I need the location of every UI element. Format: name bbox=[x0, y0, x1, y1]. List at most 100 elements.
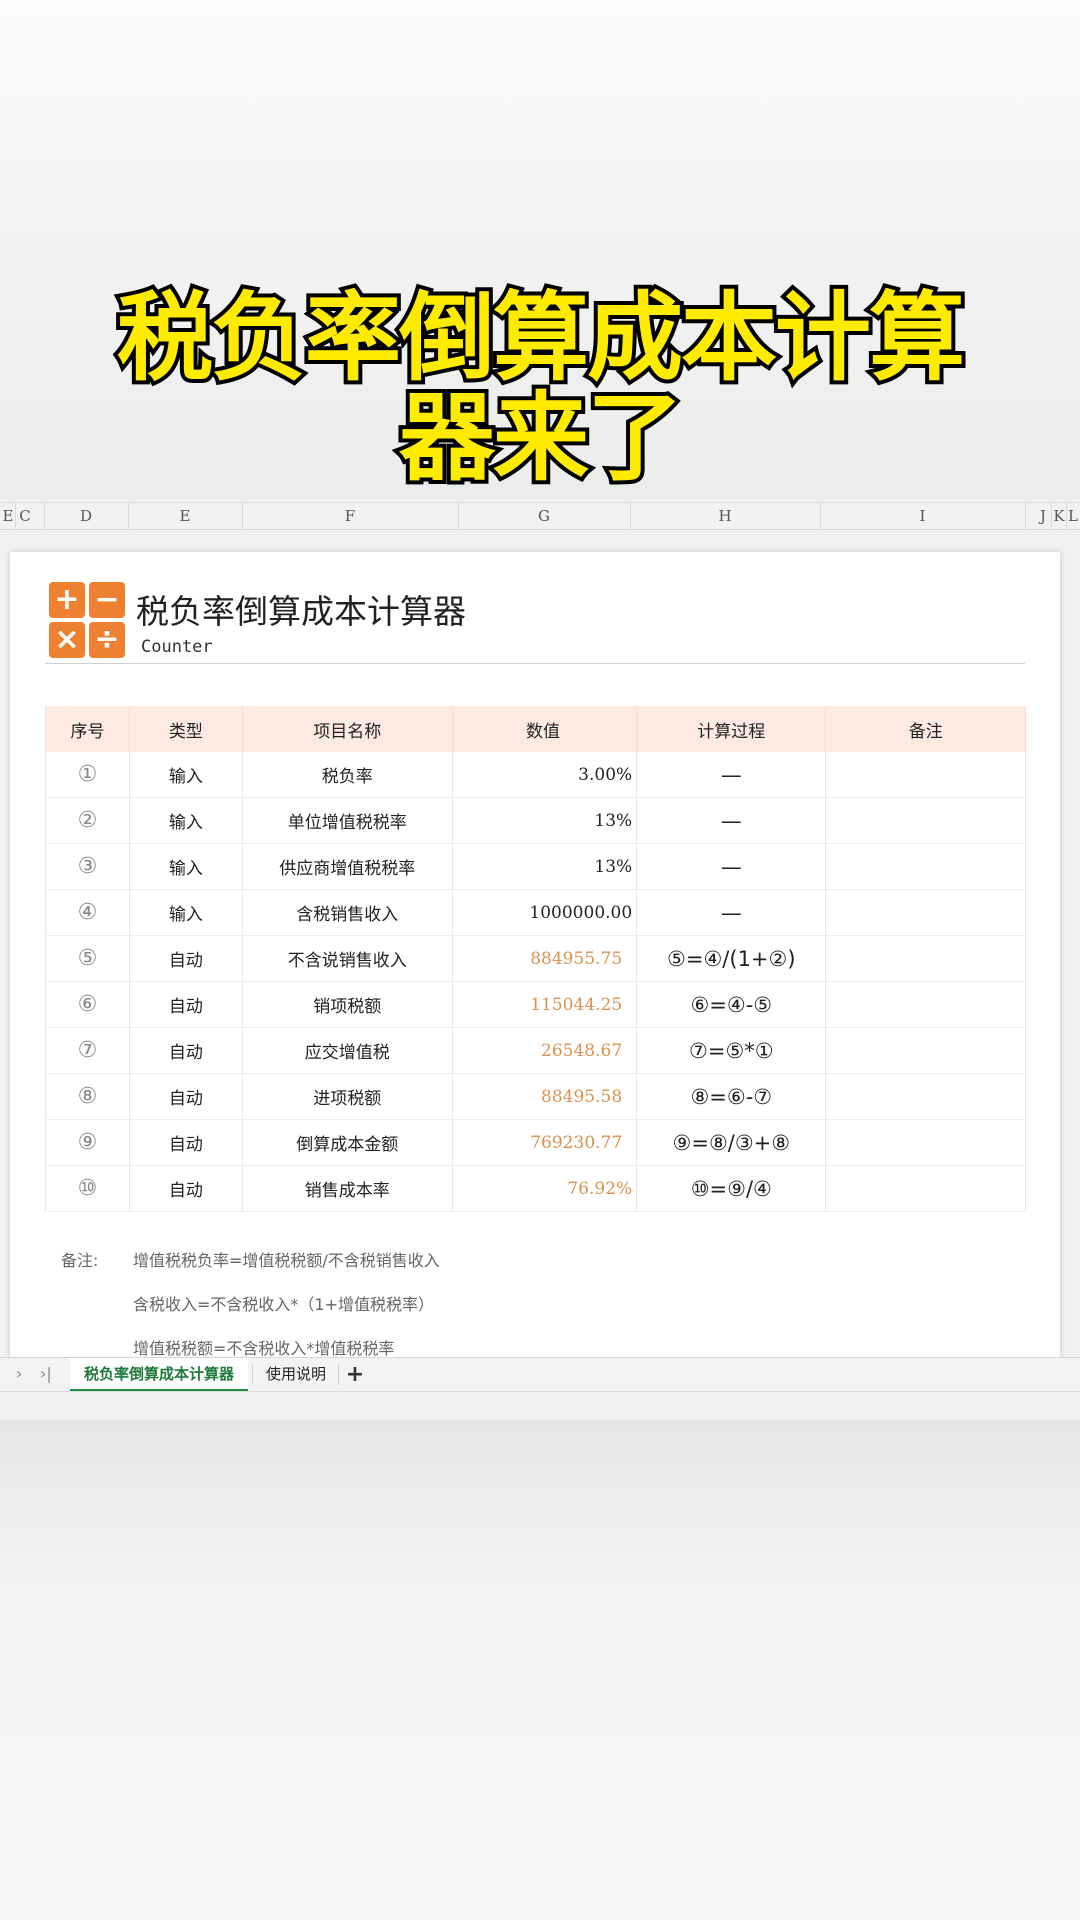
header-cell[interactable]: 类型 bbox=[129, 706, 243, 752]
column-header[interactable]: E bbox=[128, 507, 242, 525]
row-type[interactable]: 输入 bbox=[129, 889, 243, 936]
row-value[interactable]: 76.92% bbox=[452, 1165, 638, 1212]
row-note[interactable] bbox=[825, 843, 1026, 890]
next-sheet-icon[interactable]: › bbox=[16, 1364, 22, 1383]
row-type[interactable]: 输入 bbox=[129, 843, 243, 890]
row-item-name[interactable]: 应交增值税 bbox=[242, 1027, 453, 1074]
column-header[interactable]: J bbox=[1036, 507, 1050, 525]
header-cell[interactable]: 计算过程 bbox=[636, 706, 827, 752]
row-number[interactable]: ⑩ bbox=[44, 1165, 131, 1212]
row-note[interactable] bbox=[825, 1073, 1026, 1120]
table-row: ① 输入 税负率 3.00% — bbox=[44, 752, 1026, 798]
row-type[interactable]: 自动 bbox=[129, 935, 243, 982]
row-number[interactable]: ⑧ bbox=[44, 1073, 131, 1120]
row-type[interactable]: 自动 bbox=[129, 981, 243, 1028]
divide-icon: ÷ bbox=[89, 622, 125, 658]
row-value[interactable]: 884955.75 bbox=[452, 935, 638, 982]
plus-icon: + bbox=[49, 582, 85, 618]
row-formula[interactable]: — bbox=[636, 752, 827, 798]
row-value[interactable]: 88495.58 bbox=[452, 1073, 638, 1120]
row-note[interactable] bbox=[825, 889, 1026, 936]
last-sheet-icon[interactable]: ›| bbox=[40, 1364, 52, 1383]
row-number[interactable]: ③ bbox=[44, 843, 131, 890]
row-type[interactable]: 输入 bbox=[129, 797, 243, 844]
row-value[interactable]: 3.00% bbox=[452, 752, 638, 798]
column-header[interactable]: D bbox=[44, 507, 128, 525]
row-value[interactable]: 13% bbox=[452, 797, 638, 844]
row-formula[interactable]: ⑩=⑨/④ bbox=[636, 1165, 827, 1212]
row-note[interactable] bbox=[825, 1119, 1026, 1166]
row-formula[interactable]: — bbox=[636, 843, 827, 890]
calculator-table: 序号 类型 项目名称 数值 计算过程 备注 ① 输入 税负率 3.00% — ② 输入 单位增… bbox=[44, 706, 1026, 1212]
row-type[interactable]: 自动 bbox=[129, 1027, 243, 1074]
table-row: ⑤ 自动 不含说销售收入 884955.75 ⑤=④/(1+②) bbox=[44, 935, 1026, 982]
row-number[interactable]: ⑨ bbox=[44, 1119, 131, 1166]
row-value[interactable]: 1000000.00 bbox=[452, 889, 638, 936]
column-header[interactable]: K bbox=[1053, 507, 1065, 525]
row-note[interactable] bbox=[825, 797, 1026, 844]
row-value[interactable]: 769230.77 bbox=[452, 1119, 638, 1166]
row-formula[interactable]: ⑦=⑤*① bbox=[636, 1027, 827, 1074]
row-formula[interactable]: ⑥=④-⑤ bbox=[636, 981, 827, 1028]
row-item-name[interactable]: 倒算成本金额 bbox=[242, 1119, 453, 1166]
notes-label: 备注: bbox=[61, 1251, 99, 1270]
row-formula[interactable]: — bbox=[636, 797, 827, 844]
sheet-subtitle: Counter bbox=[141, 637, 213, 657]
header-cell[interactable]: 序号 bbox=[44, 706, 131, 752]
row-item-name[interactable]: 单位增值税税率 bbox=[242, 797, 453, 844]
row-item-name[interactable]: 销售成本率 bbox=[242, 1165, 453, 1212]
column-header[interactable]: G bbox=[458, 507, 630, 525]
row-formula[interactable]: ⑤=④/(1+②) bbox=[636, 935, 827, 982]
row-number[interactable]: ① bbox=[44, 752, 131, 798]
table-row: ⑩ 自动 销售成本率 76.92% ⑩=⑨/④ bbox=[44, 1165, 1026, 1212]
row-type[interactable]: 输入 bbox=[129, 752, 243, 798]
header-cell[interactable]: 备注 bbox=[825, 706, 1026, 752]
row-value[interactable]: 13% bbox=[452, 843, 638, 890]
row-item-name[interactable]: 税负率 bbox=[242, 752, 453, 798]
row-formula[interactable]: — bbox=[636, 889, 827, 936]
table-row: ④ 输入 含税销售收入 1000000.00— bbox=[44, 889, 1026, 936]
column-header-bar: E C D E F G H I J K L bbox=[0, 502, 1080, 530]
row-number[interactable]: ② bbox=[44, 797, 131, 844]
row-note[interactable] bbox=[825, 1027, 1026, 1074]
column-header[interactable]: I bbox=[820, 507, 1025, 525]
add-sheet-icon[interactable]: + bbox=[340, 1358, 370, 1391]
column-header[interactable]: C bbox=[18, 507, 32, 525]
column-header[interactable]: F bbox=[242, 507, 458, 525]
row-type[interactable]: 自动 bbox=[129, 1165, 243, 1212]
table-row: ⑦ 自动 应交增值税 26548.67 ⑦=⑤*① bbox=[44, 1027, 1026, 1074]
column-header[interactable]: H bbox=[630, 507, 820, 525]
row-item-name[interactable]: 销项税额 bbox=[242, 981, 453, 1028]
row-item-name[interactable]: 含税销售收入 bbox=[242, 889, 453, 936]
table-row: ⑥ 自动 销项税额 115044.25 ⑥=④-⑤ bbox=[44, 981, 1026, 1028]
table-row: ③ 输入 供应商增值税税率 13% — bbox=[44, 843, 1026, 890]
row-number[interactable]: ⑦ bbox=[44, 1027, 131, 1074]
note-text[interactable]: 增值税税负率=增值税税额/不含税销售收入 bbox=[133, 1247, 440, 1271]
header-cell[interactable]: 数值 bbox=[452, 706, 638, 752]
row-value[interactable]: 26548.67 bbox=[452, 1027, 638, 1074]
column-header[interactable]: E bbox=[2, 507, 14, 525]
row-note[interactable] bbox=[825, 1165, 1026, 1212]
row-number[interactable]: ④ bbox=[44, 889, 131, 936]
row-item-name[interactable]: 进项税额 bbox=[242, 1073, 453, 1120]
header-cell[interactable]: 项目名称 bbox=[242, 706, 453, 752]
note-text[interactable]: 含税收入=不含税收入*（1+增值税税率） bbox=[133, 1291, 434, 1315]
table-row: ② 输入 单位增值税税率 13% — bbox=[44, 797, 1026, 844]
row-item-name[interactable]: 不含说销售收入 bbox=[242, 935, 453, 982]
row-value[interactable]: 115044.25 bbox=[452, 981, 638, 1028]
row-note[interactable] bbox=[825, 935, 1026, 982]
row-formula[interactable]: ⑧=⑥-⑦ bbox=[636, 1073, 827, 1120]
row-formula[interactable]: ⑨=⑧/③+⑧ bbox=[636, 1119, 827, 1166]
sheet-title: 税负率倒算成本计算器 bbox=[136, 592, 466, 631]
row-type[interactable]: 自动 bbox=[129, 1119, 243, 1166]
tab-calculator[interactable]: 税负率倒算成本计算器 bbox=[70, 1358, 248, 1391]
note-text[interactable]: 增值税税额=不含税收入*增值税税率 bbox=[133, 1335, 394, 1359]
row-type[interactable]: 自动 bbox=[129, 1073, 243, 1120]
row-number[interactable]: ⑥ bbox=[44, 981, 131, 1028]
tab-instructions[interactable]: 使用说明 bbox=[258, 1358, 334, 1391]
column-header[interactable]: L bbox=[1067, 507, 1079, 525]
row-item-name[interactable]: 供应商增值税税率 bbox=[242, 843, 453, 890]
row-note[interactable] bbox=[825, 752, 1026, 798]
row-note[interactable] bbox=[825, 981, 1026, 1028]
row-number[interactable]: ⑤ bbox=[44, 935, 131, 982]
